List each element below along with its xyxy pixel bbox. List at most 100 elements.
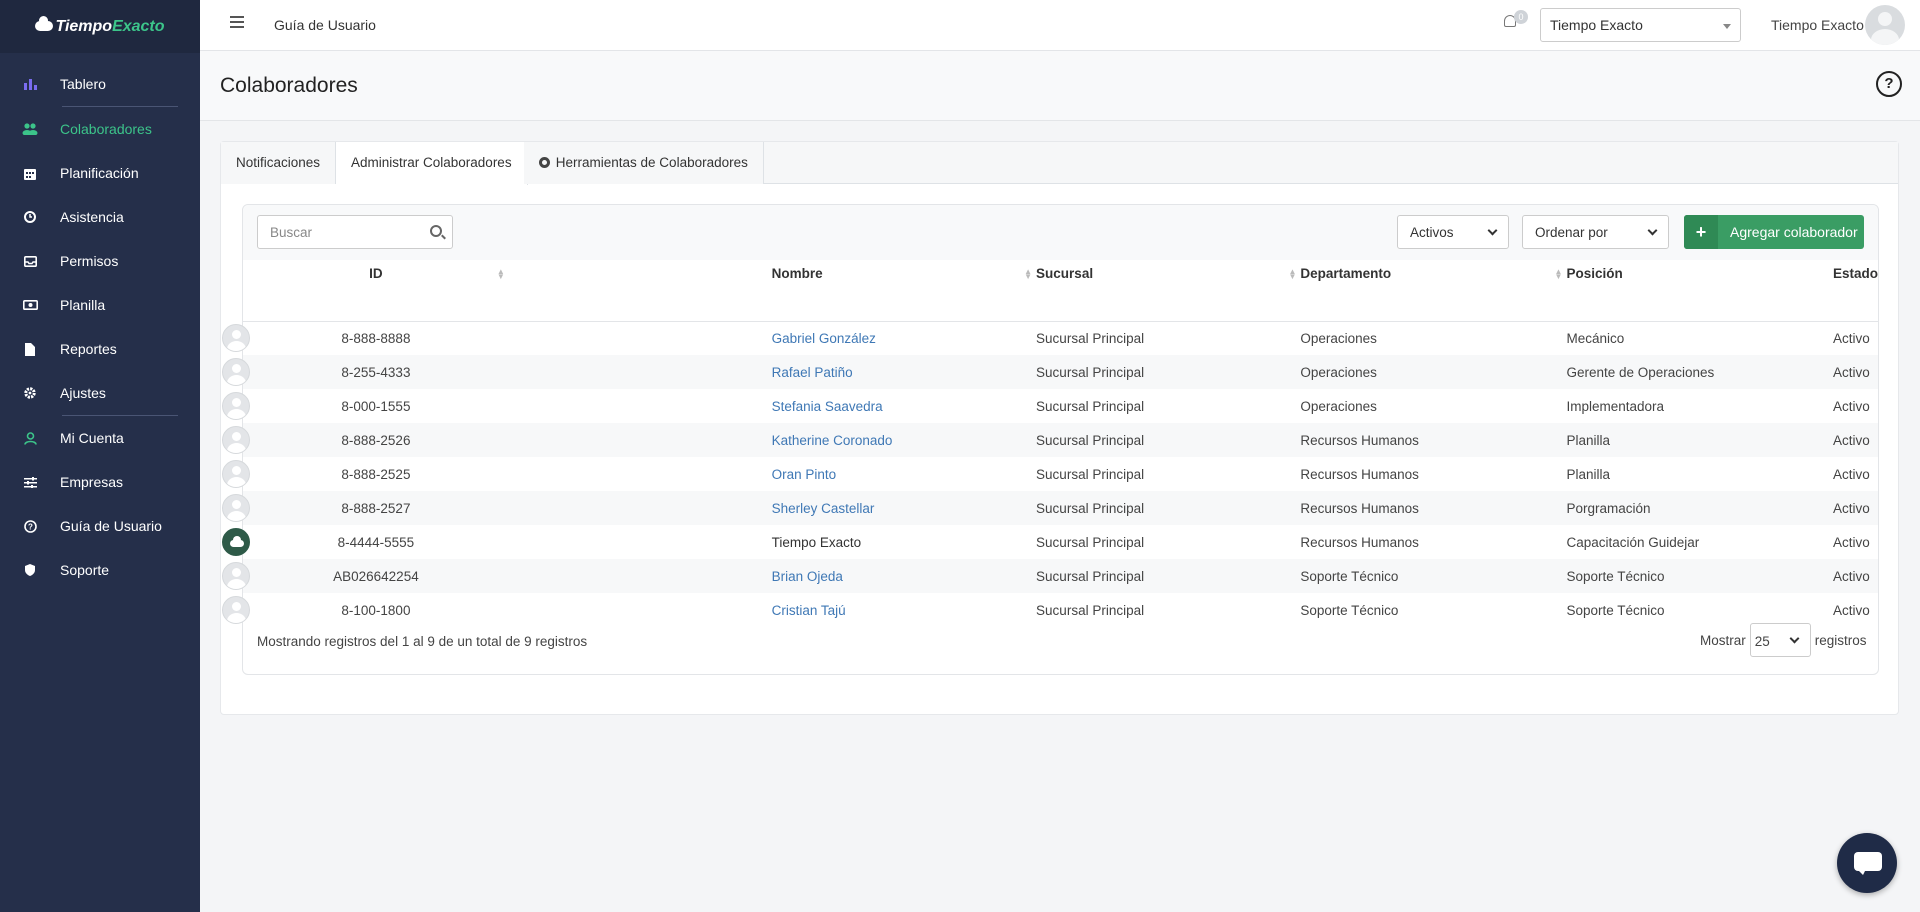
caret-down-icon bbox=[1723, 24, 1731, 29]
company-select[interactable]: Tiempo Exacto bbox=[1540, 8, 1741, 42]
table-row[interactable]: 8-888-2525 Oran Pinto Sucursal Principal Re… bbox=[222, 457, 1878, 491]
tab-label: Administrar Colaboradores bbox=[351, 155, 512, 170]
cell-branch: Sucursal Principal bbox=[1036, 466, 1145, 482]
column-header-estado[interactable]: Estado bbox=[1832, 260, 1878, 287]
cell-position: Soporte Técnico bbox=[1566, 602, 1665, 618]
cell-branch: Sucursal Principal bbox=[1036, 355, 1301, 389]
table-row[interactable]: 8-888-8888 Gabriel González Sucursal Princ… bbox=[222, 321, 1878, 355]
cell-status: Activo bbox=[1832, 398, 1870, 414]
column-header-departamento[interactable]: Departamento ▲ ▼ bbox=[1300, 260, 1567, 287]
cell-status: Activo bbox=[1832, 330, 1870, 346]
table-row[interactable]: 8-4444-5555 Tiempo Exacto Sucursal Princip… bbox=[222, 525, 1878, 559]
cell-position: Mecánico bbox=[1566, 330, 1625, 346]
table-row[interactable]: 8-255-4333 Rafael Patiño Sucursal Principa… bbox=[222, 355, 1878, 389]
brand-name-part2: Exacto bbox=[112, 17, 165, 35]
cell-status: Activo bbox=[1832, 355, 1878, 389]
page-header: Colaboradores ? bbox=[200, 51, 1920, 121]
sidebar-item-guia-de-usuario[interactable]: ? Guía de Usuario bbox=[0, 504, 200, 548]
sidebar-item-label: Colaboradores bbox=[60, 121, 152, 137]
cell-branch: Sucursal Principal bbox=[1036, 423, 1301, 457]
cell-avatar bbox=[222, 457, 772, 491]
sidebar-item-colaboradores[interactable]: Colaboradores bbox=[0, 107, 200, 151]
app-logo[interactable]: Tiempo Exacto bbox=[0, 0, 200, 53]
cell-status: Activo bbox=[1832, 559, 1878, 593]
sidebar-item-soporte[interactable]: Soporte bbox=[0, 548, 200, 592]
column-header-id[interactable]: ID ▲ ▼ bbox=[243, 260, 509, 287]
employee-name-link[interactable]: Tiempo Exacto bbox=[772, 535, 862, 550]
sort-icon[interactable]: ▲ ▼ bbox=[1024, 268, 1032, 281]
column-header-sucursal[interactable]: Sucursal ▲ ▼ bbox=[1036, 260, 1301, 287]
cell-id: 8-888-2527 bbox=[243, 491, 509, 525]
status-filter-select[interactable]: Activos bbox=[1397, 215, 1509, 249]
employee-name-link[interactable]: Gabriel González bbox=[772, 331, 876, 346]
employee-name-link[interactable]: Sherley Castellar bbox=[772, 501, 875, 516]
table-header-row: ID ▲ ▼ Nombre ▲ ▼ Sucursal ▲ ▼ Departamento bbox=[243, 260, 1878, 287]
sidebar-item-ajustes[interactable]: Ajustes bbox=[0, 371, 200, 415]
menu-toggle-icon[interactable] bbox=[230, 16, 244, 28]
add-employee-label: Agregar colaborador bbox=[1730, 224, 1858, 240]
search-box bbox=[257, 215, 453, 249]
table-row[interactable]: 8-888-2526 Katherine Coronado Sucursal Pri… bbox=[222, 423, 1878, 457]
add-employee-button[interactable]: + Agregar colaborador bbox=[1684, 215, 1864, 249]
sidebar-item-label: Asistencia bbox=[60, 209, 124, 225]
cell-name: Stefania Saavedra bbox=[772, 389, 1036, 423]
search-input[interactable] bbox=[258, 216, 418, 248]
employee-name-link[interactable]: Cristian Tajú bbox=[772, 603, 846, 618]
sort-icon[interactable]: ▲ ▼ bbox=[1288, 268, 1296, 281]
tab-administrar-colaboradores[interactable]: Administrar Colaboradores bbox=[336, 142, 528, 185]
employee-name-link[interactable]: Oran Pinto bbox=[772, 467, 837, 482]
cell-position: Planilla bbox=[1566, 466, 1610, 482]
employee-name-link[interactable]: Stefania Saavedra bbox=[772, 399, 883, 414]
column-header-nombre[interactable]: Nombre ▲ ▼ bbox=[771, 260, 1037, 287]
sidebar-item-reportes[interactable]: Reportes bbox=[0, 327, 200, 371]
search-icon[interactable] bbox=[430, 225, 442, 237]
user-guide-link[interactable]: Guía de Usuario bbox=[274, 17, 376, 33]
cell-position: Porgramación bbox=[1566, 491, 1833, 525]
cell-department: Recursos Humanos bbox=[1300, 466, 1419, 482]
employee-name-link[interactable]: Katherine Coronado bbox=[772, 433, 893, 448]
notification-bell-icon[interactable]: 0 bbox=[1502, 10, 1528, 33]
table-row[interactable]: 8-888-2527 Sherley Castellar Sucursal Prin… bbox=[222, 491, 1878, 525]
cell-branch: Sucursal Principal bbox=[1036, 398, 1145, 414]
company-select-value: Tiempo Exacto bbox=[1550, 17, 1643, 33]
table-row[interactable]: AB026642254 Brian Ojeda Sucursal Principal… bbox=[222, 559, 1878, 593]
user-name[interactable]: Tiempo Exacto bbox=[1771, 17, 1864, 33]
column-header-posicion[interactable]: Posición bbox=[1566, 260, 1833, 287]
help-icon[interactable]: ? bbox=[1876, 71, 1902, 97]
sidebar-item-empresas[interactable]: Empresas bbox=[0, 460, 200, 504]
sidebar-item-tablero[interactable]: Tablero bbox=[0, 62, 200, 106]
cell-department: Soporte Técnico bbox=[1300, 559, 1567, 593]
svg-text:?: ? bbox=[28, 522, 33, 531]
order-by-select[interactable]: Ordenar por bbox=[1522, 215, 1669, 249]
tab-notificaciones[interactable]: Notificaciones bbox=[221, 142, 337, 184]
sidebar-item-label: Planificación bbox=[60, 165, 139, 181]
money-icon bbox=[22, 297, 38, 313]
cell-avatar bbox=[222, 593, 772, 627]
cell-avatar bbox=[222, 559, 772, 593]
sidebar-item-permisos[interactable]: Permisos bbox=[0, 239, 200, 283]
employee-name-link[interactable]: Brian Ojeda bbox=[772, 569, 843, 584]
table-row[interactable]: 8-000-1555 Stefania Saavedra Sucursal Prin… bbox=[222, 389, 1878, 423]
sort-icon[interactable]: ▲ ▼ bbox=[497, 268, 505, 281]
cell-branch: Sucursal Principal bbox=[1036, 559, 1301, 593]
status-filter-value: Activos bbox=[1410, 225, 1454, 240]
cell-department: Soporte Técnico bbox=[1300, 602, 1399, 618]
chat-widget-button[interactable] bbox=[1837, 833, 1897, 893]
sidebar-item-asistencia[interactable]: Asistencia bbox=[0, 195, 200, 239]
employee-name-link[interactable]: Rafael Patiño bbox=[772, 365, 853, 380]
tab-herramientas-de-colaboradores[interactable]: Herramientas de Colaboradores bbox=[524, 142, 764, 184]
records-info: Mostrando registros del 1 al 9 de un tot… bbox=[257, 634, 588, 649]
tab-bar: Notificaciones Administrar Colaboradores… bbox=[221, 142, 1898, 185]
column-header-avatar bbox=[508, 260, 772, 287]
cell-department: Recursos Humanos bbox=[1300, 534, 1419, 550]
sidebar-item-mi-cuenta[interactable]: Mi Cuenta bbox=[0, 416, 200, 460]
page-size-select[interactable]: 25 bbox=[1749, 623, 1811, 657]
brand-name-part1: Tiempo bbox=[55, 17, 113, 35]
top-bar: Guía de Usuario 0 Tiempo Exacto Tiempo E… bbox=[200, 0, 1920, 51]
sort-icon[interactable]: ▲ ▼ bbox=[1555, 268, 1563, 281]
sidebar-item-planificacion[interactable]: Planificación bbox=[0, 151, 200, 195]
cell-name: Brian Ojeda bbox=[771, 559, 1037, 593]
sidebar-item-planilla[interactable]: Planilla bbox=[0, 283, 200, 327]
table-row[interactable]: 8-100-1800 Cristian Tajú Sucursal Principa… bbox=[222, 593, 1878, 627]
user-avatar[interactable] bbox=[1865, 5, 1905, 45]
